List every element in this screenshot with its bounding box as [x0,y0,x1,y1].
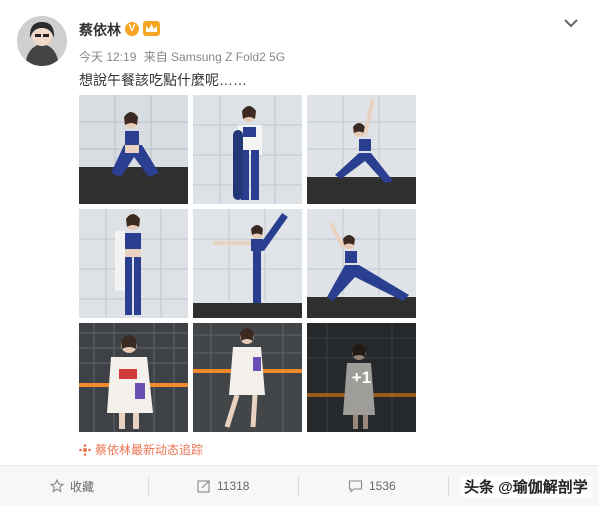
star-icon [50,479,64,493]
gallery-image-9[interactable]: +1 [307,323,416,432]
chevron-down-icon[interactable] [562,16,580,30]
gallery-image-2[interactable] [193,95,302,204]
favorite-label: 收藏 [70,479,95,494]
comment-button[interactable]: 1536 [348,466,396,506]
verified-badge: V [125,22,139,36]
watermark: 头条 @瑜伽解剖学 [460,476,592,497]
repost-count: 11318 [217,479,250,493]
gallery-image-3[interactable] [307,95,416,204]
gallery-image-5[interactable] [193,209,302,318]
gallery-image-6[interactable] [307,209,416,318]
repost-button[interactable]: 11318 [197,466,249,506]
tracker-link[interactable]: 蔡依林最新动态追踪 [79,441,203,458]
post-text: 想說午餐該吃點什麼呢…… [79,72,247,88]
gallery-image-8[interactable] [193,323,302,432]
post-source: 来自 Samsung Z Fold2 5G [143,50,286,64]
divider [448,476,449,496]
gallery-image-1[interactable] [79,95,188,204]
image-gallery: +1 [79,95,417,433]
gallery-image-7[interactable] [79,323,188,432]
comment-count: 1536 [369,479,396,493]
gallery-image-4[interactable] [79,209,188,318]
author-name[interactable]: 蔡依林 [79,20,121,40]
divider [148,476,149,496]
comment-icon [348,480,363,493]
post-meta: 今天 12:19 来自 Samsung Z Fold2 5G [79,48,289,65]
more-images-overlay[interactable]: +1 [307,323,416,432]
favorite-button[interactable]: 收藏 [50,466,94,506]
sparkle-icon [79,443,91,456]
divider [298,476,299,496]
post-time[interactable]: 今天 12:19 [79,50,136,64]
crown-badge-icon [143,21,160,36]
tracker-label: 蔡依林最新动态追踪 [95,443,204,457]
repost-icon [197,480,210,493]
avatar[interactable] [17,16,67,66]
